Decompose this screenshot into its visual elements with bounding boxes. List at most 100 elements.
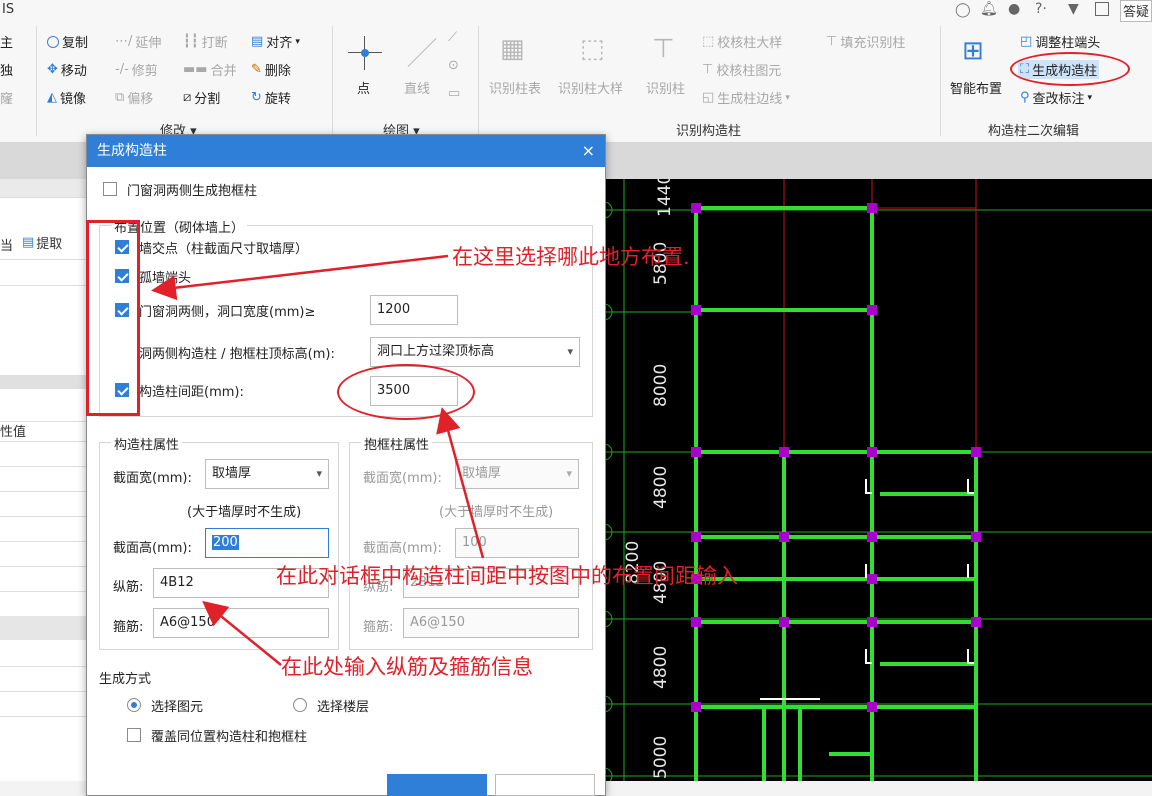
user-icon[interactable]: ◯ bbox=[955, 2, 971, 18]
rotate-icon: ↻ bbox=[251, 90, 262, 105]
mirror-button[interactable]: ◭ 镜像 bbox=[47, 88, 86, 107]
col-sample-icon: ⬚ bbox=[580, 34, 605, 64]
line-button[interactable]: 直线 bbox=[404, 78, 430, 97]
opening-frame-checkbox[interactable] bbox=[103, 182, 117, 196]
answer-button[interactable]: 答疑 bbox=[1120, 0, 1152, 22]
checkbox-highlight-box bbox=[86, 220, 140, 416]
dialog-title: 生成构造柱 bbox=[87, 135, 605, 167]
col-stirrup-input[interactable]: A6@150 bbox=[153, 608, 329, 638]
generate-construct-column-dialog: 生成构造柱 × 门窗洞两侧生成抱框柱 布置位置（砌体墙上） 墙交点（柱截面尺寸取… bbox=[86, 134, 606, 796]
shirt-icon[interactable]: ▼ bbox=[1068, 1, 1079, 17]
frame-stirrup-label: 箍筋: bbox=[363, 620, 394, 635]
move-button[interactable]: ✥ 移动 bbox=[47, 60, 87, 79]
ribbon-left-cut-1[interactable]: 主 bbox=[0, 32, 13, 51]
left-panel: 当 ▤ 提取 性值 bbox=[0, 179, 87, 781]
opening-frame-label: 门窗洞两侧生成抱框柱 bbox=[127, 184, 258, 199]
circle-icon[interactable]: ⊙ bbox=[448, 58, 459, 73]
extract-button[interactable]: ▤ 提取 bbox=[22, 233, 62, 252]
ribbon: 主 独 窿 复制 ⋯/延伸 ┇┇ 打断 ▤ 对齐 ▾ ✥ 移动 -/- 修剪 ▬▬ 合并 ✎… bbox=[0, 22, 1152, 143]
col-long-bar-label: 纵筋: bbox=[113, 580, 144, 595]
check-plan-button[interactable]: ⊤ 校核柱图元 bbox=[702, 60, 781, 79]
col-stirrup-label: 箍筋: bbox=[113, 620, 144, 635]
rotate-button[interactable]: ↻ 旋转 bbox=[251, 88, 291, 107]
fill-recognize-icon: ⊤ bbox=[826, 34, 838, 49]
dim-8000: 8000 bbox=[651, 364, 671, 407]
highlight-ellipse bbox=[1010, 52, 1130, 86]
dim-5000: 5000 bbox=[651, 736, 671, 779]
frame-stirrup-input[interactable]: A6@150 bbox=[403, 608, 579, 638]
merge-button[interactable]: ▬▬ 合并 bbox=[183, 60, 237, 79]
col-width-select[interactable]: 取墙厚 bbox=[205, 459, 329, 489]
chat-icon[interactable]: ● bbox=[1008, 1, 1020, 17]
dim-4800-c: 4800 bbox=[651, 646, 671, 689]
delete-button[interactable]: ✎ 删除 bbox=[251, 60, 291, 79]
offset-icon: ⧉ bbox=[115, 90, 125, 105]
overwrite-checkbox[interactable] bbox=[127, 728, 141, 742]
wall-cross-label: 墙交点（柱截面尺寸取墙厚） bbox=[139, 242, 309, 257]
line-icon bbox=[407, 38, 437, 67]
extract-icon: ▤ bbox=[22, 235, 35, 250]
split-icon: ⧄ bbox=[183, 90, 192, 105]
select-floor-radio[interactable] bbox=[293, 698, 307, 712]
gen-edge-button[interactable]: ◱ 生成柱边线 ▾ bbox=[702, 88, 790, 107]
col-height-input[interactable]: 200 bbox=[205, 528, 329, 558]
align-button[interactable]: ▤ 对齐 ▾ bbox=[251, 32, 300, 51]
top-elevation-select[interactable]: 洞口上方过梁顶标高 bbox=[370, 337, 580, 367]
extend-button[interactable]: ⋯/延伸 bbox=[115, 32, 161, 51]
smart-place-icon: ⊞ bbox=[962, 36, 984, 66]
smart-place-button[interactable]: 智能布置 bbox=[950, 78, 1002, 97]
polyline-icon[interactable]: ⟋ bbox=[448, 30, 457, 45]
modify-label-button[interactable]: ⚲ 查改标注 ▾ bbox=[1020, 88, 1092, 107]
window-icon[interactable] bbox=[1095, 2, 1109, 16]
annotation-spacing-hint: 在此对话框中构造柱间距中按图中的布置间距输入 bbox=[276, 564, 738, 588]
extend-icon: ⋯/ bbox=[115, 34, 133, 49]
ribbon-left-cut-2[interactable]: 独 bbox=[0, 60, 13, 79]
overwrite-label: 覆盖同位置构造柱和抱框柱 bbox=[151, 730, 308, 745]
ribbon-left-cut-3[interactable]: 窿 bbox=[0, 88, 13, 107]
recognize-col-sample-button[interactable]: 识别柱大样 bbox=[558, 78, 623, 97]
ok-button[interactable] bbox=[387, 774, 487, 796]
spacing-label: 构造柱间距(mm): bbox=[139, 385, 244, 400]
eraser-icon: ✎ bbox=[251, 62, 262, 77]
break-button[interactable]: ┇┇ 打断 bbox=[183, 32, 228, 51]
align-icon: ▤ bbox=[251, 34, 264, 49]
annotation-choose-place: 在这里选择哪此地方布置. bbox=[452, 245, 690, 269]
select-element-label: 选择图元 bbox=[151, 700, 204, 715]
col-height-label: 截面高(mm): bbox=[113, 541, 192, 556]
opening-sides-label: 门窗洞两侧，洞口宽度(mm)≥ bbox=[139, 305, 316, 320]
point-button[interactable]: 点 bbox=[357, 78, 370, 97]
check-sample-button[interactable]: ⬚ 校核柱大样 bbox=[702, 32, 782, 51]
opening-width-input[interactable]: 1200 bbox=[370, 295, 458, 325]
frame-width-label: 截面宽(mm): bbox=[363, 471, 442, 486]
frame-height-input[interactable]: 100 bbox=[455, 528, 579, 558]
rect-icon[interactable]: ▭ bbox=[448, 86, 460, 101]
bell-icon[interactable]: 🔔︎ bbox=[980, 1, 998, 17]
close-icon[interactable]: × bbox=[582, 135, 595, 167]
merge-icon: ▬▬ bbox=[183, 62, 208, 77]
trim-button[interactable]: -/- 修剪 bbox=[115, 60, 158, 79]
select-floor-label: 选择楼层 bbox=[317, 700, 370, 715]
move-icon: ✥ bbox=[47, 62, 58, 77]
recognize-group-label: 识别构造柱 bbox=[676, 124, 742, 139]
edit2-group-label: 构造柱二次编辑 bbox=[988, 124, 1080, 139]
offset-button[interactable]: ⧉ 偏移 bbox=[115, 88, 153, 107]
fill-recognize-button[interactable]: ⊤ 填充识别柱 bbox=[826, 32, 905, 51]
annotation-bar-hint: 在此处输入纵筋及箍筋信息 bbox=[281, 655, 533, 679]
help-icon[interactable]: ?· bbox=[1035, 1, 1047, 17]
break-icon: ┇┇ bbox=[183, 34, 199, 49]
gen-edge-icon: ◱ bbox=[702, 90, 715, 105]
frame-height-label: 截面高(mm): bbox=[363, 541, 442, 556]
col-width-label: 截面宽(mm): bbox=[113, 471, 192, 486]
recognize-col-button[interactable]: 识别柱 bbox=[646, 78, 685, 97]
col-note: (大于墙厚时不生成) bbox=[187, 505, 302, 520]
copy-button[interactable]: 复制 bbox=[47, 32, 88, 51]
select-element-radio[interactable] bbox=[127, 698, 141, 712]
spacing-highlight-ellipse bbox=[337, 364, 475, 420]
frame-width-select[interactable]: 取墙厚 bbox=[455, 459, 579, 489]
adjust-end-button[interactable]: ◰ 调整柱端头 bbox=[1020, 32, 1100, 51]
split-button[interactable]: ⧄ 分割 bbox=[183, 88, 220, 107]
copy-icon bbox=[47, 35, 59, 48]
recognize-col-table-button[interactable]: 识别柱表 bbox=[489, 78, 541, 97]
cancel-button[interactable] bbox=[495, 774, 595, 796]
col-table-icon: ▦ bbox=[500, 34, 525, 64]
